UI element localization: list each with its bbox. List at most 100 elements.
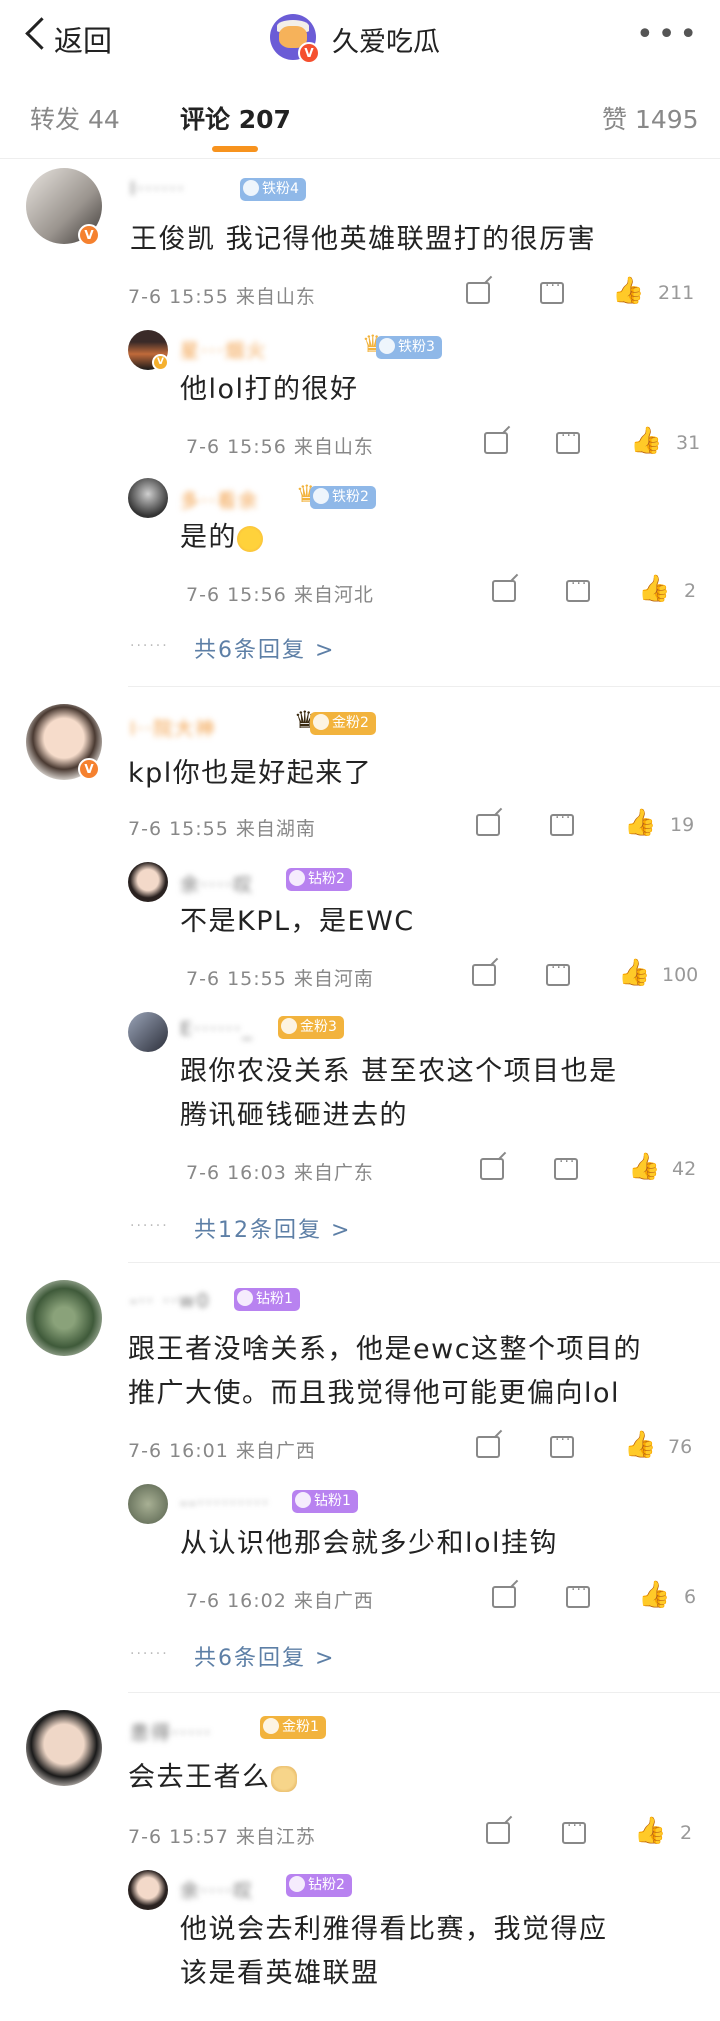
divider — [128, 1262, 720, 1263]
like-icon[interactable]: 👍 — [618, 958, 650, 988]
username[interactable]: l······ — [130, 178, 186, 200]
like-icon[interactable]: 👍 — [638, 574, 670, 604]
like-icon[interactable]: 👍 — [624, 808, 656, 838]
tab-reposts[interactable]: 转发 44 — [30, 100, 120, 136]
dotted-line: ······ — [130, 1218, 169, 1234]
more-replies-link[interactable]: 共6条回复 > — [194, 632, 335, 664]
comment-icon[interactable] — [566, 576, 590, 602]
fan-badge: 钻粉2 — [286, 868, 352, 891]
tab-likes[interactable]: 赞 1495 — [602, 100, 699, 136]
username[interactable]: --········· — [180, 1492, 270, 1514]
share-icon[interactable] — [476, 1436, 500, 1458]
active-tab-indicator — [212, 146, 258, 152]
avatar[interactable] — [128, 478, 168, 518]
verified-badge: V — [298, 42, 320, 64]
username[interactable]: 星···烟火 — [180, 336, 267, 363]
like-count: 42 — [672, 1158, 697, 1180]
heart-eyes-emoji-icon — [237, 525, 263, 552]
dotted-line: ······ — [130, 1646, 169, 1662]
reply-text: 从认识他那会就多少和lol挂钩 — [180, 1528, 559, 1559]
comment-meta: 7-6 16:01 来自广西 — [128, 1440, 316, 1462]
top-bar: 返回 V 久爱吃瓜 ••• — [0, 0, 720, 78]
comment-text-line-2: 推广大使。而且我觉得他可能更偏向lol — [128, 1378, 621, 1409]
username[interactable]: 余····叹 — [180, 1876, 254, 1903]
username[interactable]: E······_ — [180, 1018, 254, 1040]
share-icon[interactable] — [492, 580, 516, 602]
reply-text: 他lol打的很好 — [180, 374, 359, 405]
doge-emoji-icon — [270, 1765, 297, 1792]
reply-meta: 7-6 15:55 来自河南 — [186, 968, 374, 990]
divider — [128, 686, 720, 687]
avatar[interactable] — [128, 862, 168, 902]
fan-badge: 金粉1 — [260, 1716, 326, 1739]
more-replies-link[interactable]: 共6条回复 > — [194, 1640, 335, 1672]
reply-text-line-1: 跟你农没关系 甚至农这个项目也是 — [180, 1056, 618, 1087]
like-count: 2 — [680, 1822, 693, 1844]
like-icon[interactable]: 👍 — [628, 1152, 660, 1182]
like-count: 100 — [662, 964, 699, 986]
like-icon[interactable]: 👍 — [630, 426, 662, 456]
comment-meta: 7-6 15:55 来自山东 — [128, 286, 316, 308]
like-count: 76 — [668, 1436, 693, 1458]
comment-text: kpl你也是好起来了 — [128, 758, 373, 789]
reply-text-line-2: 该是看英雄联盟 — [180, 1958, 380, 1989]
share-icon[interactable] — [484, 432, 508, 454]
verified-badge: V — [78, 224, 100, 246]
avatar[interactable] — [128, 1870, 168, 1910]
tab-comments[interactable]: 评论 207 — [180, 100, 291, 136]
fan-badge: 金粉3 — [278, 1016, 344, 1039]
fan-badge: 铁粉4 — [240, 178, 306, 201]
avatar[interactable] — [128, 1012, 168, 1052]
divider — [128, 1692, 720, 1693]
like-icon[interactable]: 👍 — [624, 1430, 656, 1460]
dotted-line: ······ — [130, 638, 169, 654]
fan-badge: 钻粉1 — [292, 1490, 358, 1513]
reply-meta: 7-6 16:02 来自广西 — [186, 1590, 374, 1612]
like-icon[interactable]: 👍 — [612, 276, 644, 306]
chevron-left-icon — [25, 17, 58, 50]
share-icon[interactable] — [480, 1158, 504, 1180]
share-icon[interactable] — [472, 964, 496, 986]
more-options-icon[interactable]: ••• — [636, 20, 701, 50]
avatar[interactable] — [128, 1484, 168, 1524]
fan-badge: 铁粉2 — [310, 486, 376, 509]
username[interactable]: l··院大神 — [130, 714, 216, 741]
username[interactable]: 多··看余 — [180, 486, 259, 513]
share-icon[interactable] — [492, 1586, 516, 1608]
page-title[interactable]: 久爱吃瓜 — [332, 20, 440, 59]
share-icon[interactable] — [476, 814, 500, 836]
avatar[interactable] — [26, 1280, 102, 1356]
username[interactable]: 患得····· — [130, 1718, 212, 1745]
comment-text-line-1: 跟王者没啥关系，他是ewc这整个项目的 — [128, 1334, 643, 1365]
verified-badge: V — [152, 354, 169, 371]
like-count: 6 — [684, 1586, 697, 1608]
reply-text: 不是KPL，是EWC — [180, 906, 415, 937]
like-icon[interactable]: 👍 — [634, 1816, 666, 1846]
username[interactable]: -·· ··w0 — [130, 1290, 211, 1312]
comment-icon[interactable] — [562, 1818, 586, 1844]
comment-icon[interactable] — [566, 1582, 590, 1608]
fan-badge: 钻粉2 — [286, 1874, 352, 1897]
comment-text: 王俊凯 我记得他英雄联盟打的很厉害 — [130, 224, 597, 255]
comment-text: 会去王者么 — [128, 1756, 297, 1800]
fan-badge: 钻粉1 — [234, 1288, 300, 1311]
reply-text: 是的 — [180, 516, 263, 560]
username[interactable]: 余····叹 — [180, 870, 254, 897]
share-icon[interactable] — [486, 1822, 510, 1844]
like-icon[interactable]: 👍 — [638, 1580, 670, 1610]
comment-icon[interactable] — [556, 428, 580, 454]
reply-text-line-2: 腾讯砸钱砸进去的 — [180, 1100, 408, 1131]
comment-icon[interactable] — [554, 1154, 578, 1180]
comment-icon[interactable] — [550, 810, 574, 836]
more-replies-link[interactable]: 共12条回复 > — [194, 1212, 351, 1244]
tab-bar: 转发 44 评论 207 赞 1495 — [0, 78, 720, 159]
comment-icon[interactable] — [540, 278, 564, 304]
avatar[interactable] — [26, 1710, 102, 1786]
comment-icon[interactable] — [550, 1432, 574, 1458]
like-count: 19 — [670, 814, 695, 836]
share-icon[interactable] — [466, 282, 490, 304]
reply-meta: 7-6 16:03 来自广东 — [186, 1162, 374, 1184]
reply-meta: 7-6 15:56 来自河北 — [186, 584, 374, 606]
verified-badge: V — [78, 758, 100, 780]
comment-icon[interactable] — [546, 960, 570, 986]
